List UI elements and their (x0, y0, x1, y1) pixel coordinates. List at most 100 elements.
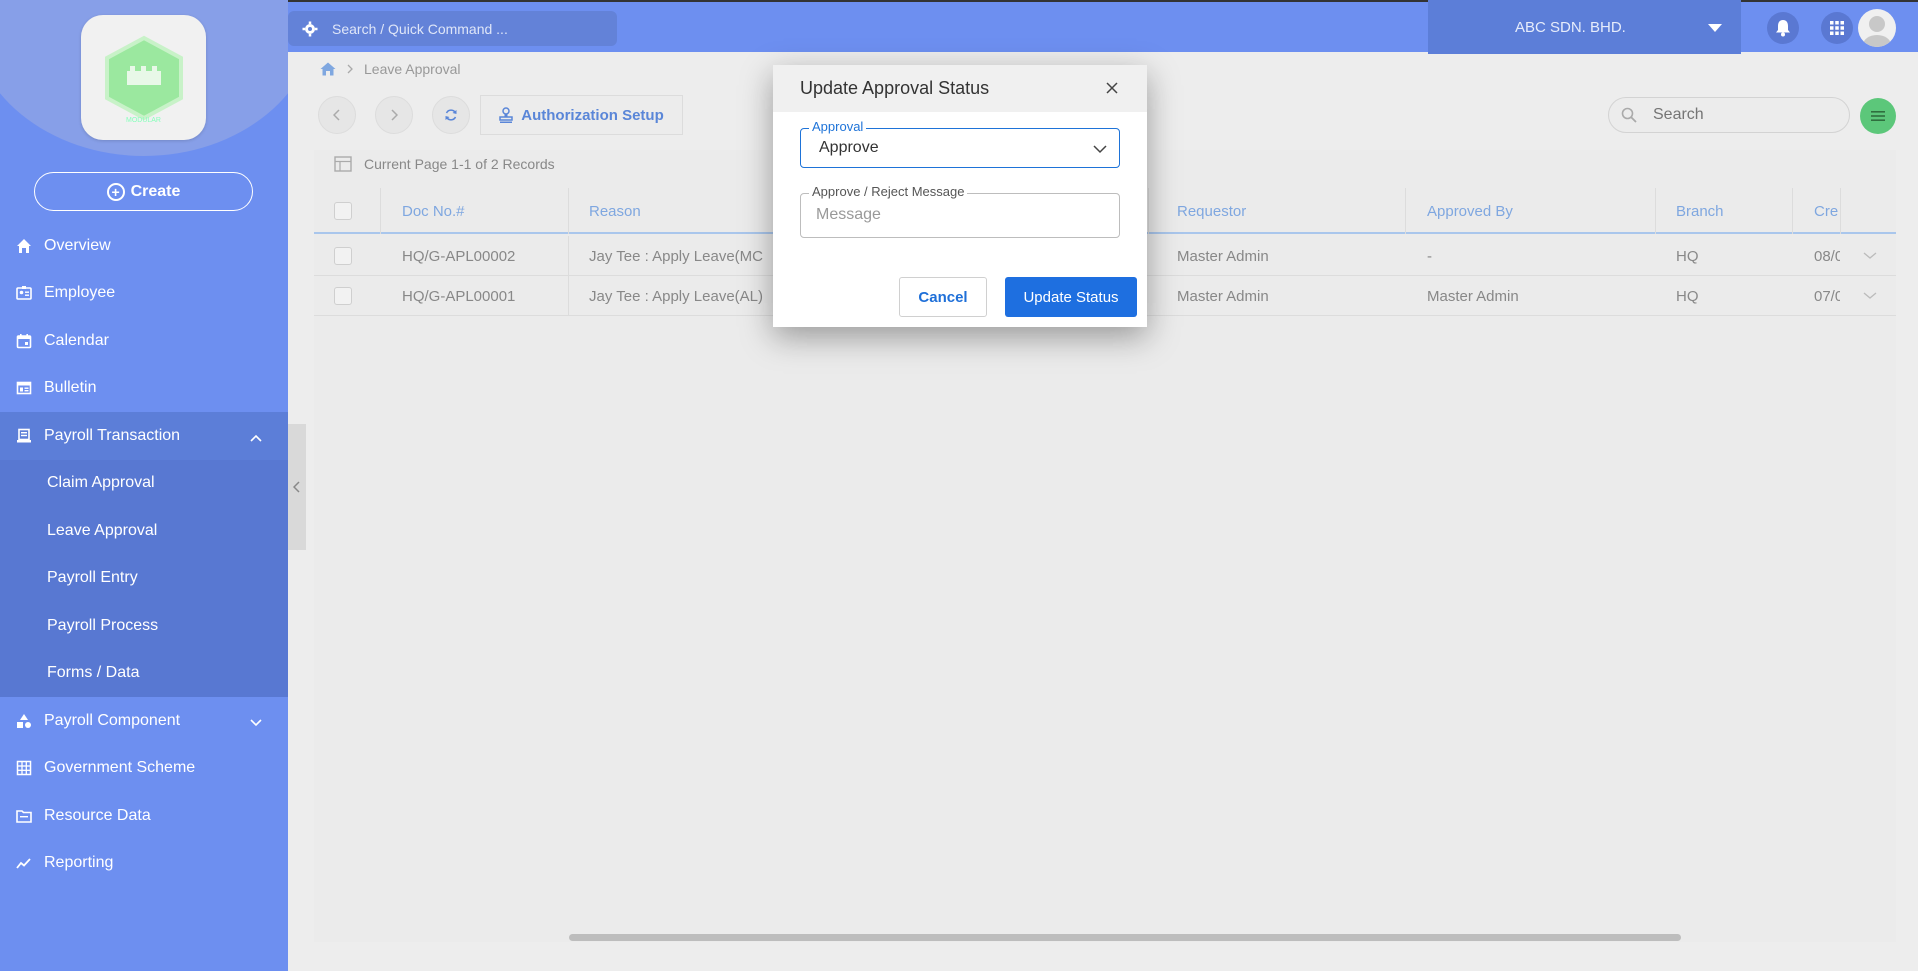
home-icon (16, 238, 32, 254)
cell-requestor: Master Admin (1177, 247, 1269, 265)
employee-icon (16, 285, 32, 301)
stamp-icon (499, 107, 513, 123)
calendar-icon (16, 333, 32, 349)
grid-search (1608, 97, 1850, 133)
records-info: Current Page 1-1 of 2 Records (334, 156, 555, 172)
sidebar-item-payroll-process[interactable]: Payroll Process (0, 602, 288, 650)
sidebar-collapse-handle[interactable] (288, 424, 306, 550)
row-expand-chevron-icon[interactable] (1863, 236, 1877, 276)
cancel-button[interactable]: Cancel (899, 277, 987, 317)
apps-grid-icon (1830, 21, 1844, 35)
cell-separator (568, 236, 569, 276)
dialog-header: Update Approval Status (773, 65, 1147, 112)
row-checkbox[interactable] (334, 236, 352, 276)
sidebar-item-bulletin[interactable]: Bulletin (0, 365, 288, 413)
sidebar-item-payroll-component[interactable]: Payroll Component (0, 697, 288, 745)
sidebar-item-label: Calendar (44, 331, 109, 349)
grid-icon (16, 760, 32, 776)
payroll-transaction-submenu: Claim Approval Leave Approval Payroll En… (0, 459, 288, 698)
column-header-reason[interactable]: Reason (589, 188, 641, 234)
sidebar-item-label: Resource Data (44, 806, 151, 824)
sidebar-item-overview[interactable]: Overview (0, 222, 288, 270)
sidebar-item-label: Reporting (44, 854, 114, 872)
update-approval-dialog: Update Approval Status Approval Approve … (773, 65, 1147, 327)
sidebar-item-label: Payroll Transaction (44, 426, 181, 444)
sidebar-item-reporting[interactable]: Reporting (0, 840, 288, 888)
approval-label: Approval (809, 119, 867, 134)
cell-approved-by: - (1427, 247, 1432, 265)
sidebar-item-government-scheme[interactable]: Government Scheme (0, 745, 288, 793)
row-expand-chevron-icon[interactable] (1863, 276, 1877, 316)
column-header-created[interactable]: Cre (1814, 188, 1840, 234)
horizontal-scrollbar[interactable] (569, 934, 1681, 941)
column-header-approved-by[interactable]: Approved By (1427, 188, 1513, 234)
sidebar-item-forms-data[interactable]: Forms / Data (0, 650, 288, 698)
cell-created: 08/0 (1814, 247, 1840, 265)
sidebar-item-employee[interactable]: Employee (0, 270, 288, 318)
sidebar-item-leave-approval[interactable]: Leave Approval (0, 507, 288, 555)
authorization-setup-button[interactable]: Authorization Setup (480, 95, 683, 135)
row-checkbox[interactable] (334, 276, 352, 316)
chart-line-icon (16, 855, 32, 871)
select-all-checkbox[interactable] (334, 188, 352, 234)
folder-icon (16, 808, 32, 824)
chevron-right-icon (347, 64, 353, 74)
search-input[interactable] (1653, 106, 1813, 124)
chevron-up-icon (250, 429, 262, 447)
cell-created: 07/0 (1814, 287, 1840, 305)
search-icon (1621, 107, 1637, 123)
next-button[interactable] (375, 96, 413, 134)
sidebar-item-calendar[interactable]: Calendar (0, 317, 288, 365)
payroll-transaction-icon (16, 428, 32, 444)
cell-requestor: Master Admin (1177, 287, 1269, 305)
sidebar-item-resource-data[interactable]: Resource Data (0, 792, 288, 840)
cell-branch: HQ (1676, 287, 1699, 305)
caret-down-icon (1708, 24, 1722, 32)
chevron-right-icon (391, 109, 398, 121)
sidebar-item-label: Leave Approval (47, 521, 158, 539)
refresh-icon (445, 109, 457, 121)
cell-approved-by: Master Admin (1427, 287, 1519, 305)
app-logo[interactable]: MODULAR (81, 15, 206, 140)
hamburger-icon (1871, 111, 1885, 121)
sidebar-item-payroll-transaction[interactable]: Payroll Transaction (0, 412, 288, 460)
cell-doc-no: HQ/G-APL00002 (402, 247, 516, 265)
table-icon (334, 156, 352, 172)
create-button[interactable]: + Create (34, 172, 253, 211)
company-name: ABC SDN. BHD. (1515, 18, 1626, 36)
plus-circle-icon: + (106, 182, 125, 201)
dialog-title: Update Approval Status (800, 78, 990, 98)
refresh-button[interactable] (432, 96, 470, 134)
quick-search-input[interactable]: Search / Quick Command ... (288, 11, 617, 46)
sidebar: MODULAR + Create Overview Employee Calen… (0, 0, 288, 971)
chevron-down-icon (250, 714, 262, 732)
home-icon[interactable] (320, 62, 336, 76)
breadcrumb: Leave Approval (320, 58, 461, 80)
sidebar-item-label: Claim Approval (47, 474, 155, 492)
chevron-left-icon (333, 109, 340, 121)
column-header-branch[interactable]: Branch (1676, 188, 1724, 234)
column-header-doc-no[interactable]: Doc No.# (402, 188, 465, 234)
sidebar-item-claim-approval[interactable]: Claim Approval (0, 460, 288, 508)
records-info-text: Current Page 1-1 of 2 Records (364, 156, 555, 172)
chevron-left-icon (293, 481, 300, 493)
user-avatar[interactable] (1858, 9, 1896, 47)
company-selector[interactable]: ABC SDN. BHD. (1428, 0, 1741, 54)
update-status-button[interactable]: Update Status (1005, 277, 1137, 317)
close-icon[interactable] (1103, 79, 1121, 97)
menu-button[interactable] (1860, 98, 1896, 134)
column-header-requestor[interactable]: Requestor (1177, 188, 1246, 234)
sidebar-item-label: Payroll Process (47, 616, 159, 634)
approval-select[interactable]: Approval Approve (800, 119, 1120, 168)
gear-icon (302, 21, 318, 36)
sidebar-item-label: Bulletin (44, 379, 97, 397)
sidebar-item-payroll-entry[interactable]: Payroll Entry (0, 555, 288, 603)
apps-button[interactable] (1821, 12, 1853, 44)
previous-button[interactable] (318, 96, 356, 134)
create-button-label: Create (130, 182, 181, 200)
sidebar-item-label: Employee (44, 284, 116, 302)
topbar: Search / Quick Command ... ABC SDN. BHD. (288, 0, 1918, 54)
message-input[interactable] (816, 206, 1106, 224)
notification-button[interactable] (1767, 12, 1799, 44)
chevron-down-icon (1093, 141, 1107, 159)
